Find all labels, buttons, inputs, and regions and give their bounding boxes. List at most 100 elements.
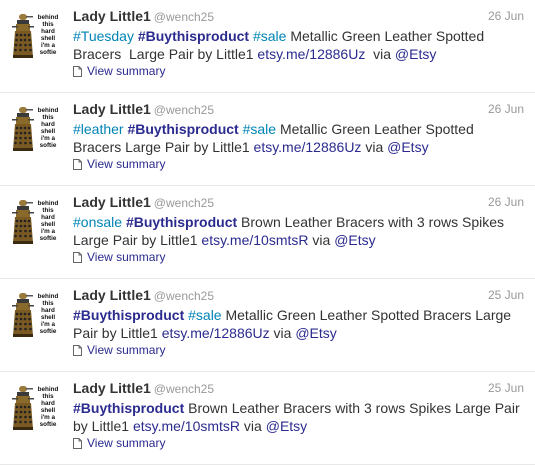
hashtag-link[interactable]: #sale	[188, 307, 221, 323]
avatar-caption-line: i'm a	[40, 42, 56, 49]
username[interactable]: @wench25	[154, 382, 214, 396]
avatar-caption-line: i'm a	[40, 135, 56, 142]
hashtag-link[interactable]: #Buythisproduct	[138, 28, 249, 44]
avatar-caption-line: hard	[41, 307, 55, 314]
avatar-caption: behind this hard shell i'm a softie	[34, 386, 62, 428]
hashtag-link[interactable]: #onsale	[73, 214, 122, 230]
mention-link[interactable]: @Etsy	[395, 46, 436, 62]
timestamp[interactable]: 26 Jun	[488, 195, 524, 209]
username[interactable]: @wench25	[154, 196, 214, 210]
avatar-caption-line: this	[42, 300, 54, 307]
mention-link[interactable]: @Etsy	[334, 232, 375, 248]
avatar-caption-line: i'm a	[40, 321, 56, 328]
tweet[interactable]: behind this hard shell i'm a softie Lady Littl…	[0, 0, 535, 93]
url-link[interactable]: etsy.me/12886Uz	[257, 46, 365, 62]
view-summary-label: View summary	[87, 64, 166, 78]
hashtag-link[interactable]: #Tuesday	[73, 28, 134, 44]
view-summary-link[interactable]: View summary	[73, 343, 165, 357]
view-summary-link[interactable]: View summary	[73, 64, 165, 78]
hashtag-link[interactable]: #sale	[253, 28, 286, 44]
tweet-stream: behind this hard shell i'm a softie Lady Littl…	[0, 0, 535, 465]
hashtag-link[interactable]: #Buythisproduct	[126, 214, 237, 230]
avatar-caption-line: hard	[41, 214, 55, 221]
avatar-caption-line: shell	[40, 128, 56, 135]
fullname[interactable]: Lady Little1	[73, 194, 151, 210]
tweet-text: #onsale #Buythisproduct Brown Leather Br…	[73, 213, 523, 249]
avatar[interactable]: behind this hard shell i'm a softie	[12, 199, 60, 245]
avatar[interactable]: behind this hard shell i'm a softie	[12, 13, 60, 59]
fullname[interactable]: Lady Little1	[73, 101, 151, 117]
avatar-caption-line: this	[42, 21, 54, 28]
avatar-caption-line: hard	[41, 400, 55, 407]
avatar[interactable]: behind this hard shell i'm a softie	[12, 385, 60, 431]
hashtag-link[interactable]: #Buythisproduct	[73, 400, 184, 416]
timestamp[interactable]: 26 Jun	[488, 9, 524, 23]
document-icon	[73, 158, 82, 170]
avatar-caption-line: behind	[37, 293, 59, 300]
fullname[interactable]: Lady Little1	[73, 380, 151, 396]
view-summary-link[interactable]: View summary	[73, 157, 165, 171]
avatar-caption-line: shell	[40, 314, 56, 321]
text-segment: via	[365, 46, 395, 62]
view-summary-link[interactable]: View summary	[73, 250, 165, 264]
avatar-caption-line: shell	[40, 221, 56, 228]
hashtag-link[interactable]: #Buythisproduct	[127, 121, 238, 137]
tweet-text: #Tuesday #Buythisproduct #sale Metallic …	[73, 27, 523, 63]
mention-link[interactable]: @Etsy	[387, 139, 428, 155]
view-summary-link[interactable]: View summary	[73, 436, 165, 450]
avatar-caption-line: softie	[39, 328, 57, 335]
tweet-header: Lady Little1 @wench25 25 Jun	[73, 380, 524, 398]
avatar-caption: behind this hard shell i'm a softie	[34, 14, 62, 56]
document-icon	[73, 437, 82, 449]
hashtag-link[interactable]: #leather	[73, 121, 124, 137]
avatar-caption-line: hard	[41, 28, 55, 35]
fullname[interactable]: Lady Little1	[73, 8, 151, 24]
avatar-caption-line: behind	[37, 14, 59, 21]
timestamp[interactable]: 26 Jun	[488, 102, 524, 116]
avatar[interactable]: behind this hard shell i'm a softie	[12, 106, 60, 152]
view-summary-label: View summary	[87, 157, 166, 171]
avatar[interactable]: behind this hard shell i'm a softie	[12, 292, 60, 338]
document-icon	[73, 344, 82, 356]
text-segment: via	[240, 418, 266, 434]
tweet[interactable]: behind this hard shell i'm a softie Lady Littl…	[0, 93, 535, 186]
mention-link[interactable]: @Etsy	[266, 418, 307, 434]
username[interactable]: @wench25	[154, 289, 214, 303]
url-link[interactable]: etsy.me/10smtsR	[201, 232, 308, 248]
view-summary-label: View summary	[87, 250, 166, 264]
avatar-caption: behind this hard shell i'm a softie	[34, 107, 62, 149]
url-link[interactable]: etsy.me/12886Uz	[162, 325, 270, 341]
tweet-text: #leather #Buythisproduct #sale Metallic …	[73, 120, 523, 156]
timestamp[interactable]: 25 Jun	[488, 288, 524, 302]
tweet[interactable]: behind this hard shell i'm a softie Lady Littl…	[0, 372, 535, 465]
document-icon	[73, 65, 82, 77]
timestamp[interactable]: 25 Jun	[488, 381, 524, 395]
hashtag-link[interactable]: #Buythisproduct	[73, 307, 184, 323]
avatar-caption-line: this	[42, 114, 54, 121]
text-segment: via	[308, 232, 335, 248]
avatar-caption: behind this hard shell i'm a softie	[34, 293, 62, 335]
tweet[interactable]: behind this hard shell i'm a softie Lady Littl…	[0, 186, 535, 279]
url-link[interactable]: etsy.me/12886Uz	[254, 139, 362, 155]
tweet-header: Lady Little1 @wench25 26 Jun	[73, 194, 524, 212]
username[interactable]: @wench25	[154, 103, 214, 117]
avatar-caption-line: behind	[37, 200, 59, 207]
avatar-caption-line: hard	[41, 121, 55, 128]
avatar-caption-line: softie	[39, 49, 57, 56]
avatar-caption-line: softie	[39, 421, 57, 428]
tweet[interactable]: behind this hard shell i'm a softie Lady Littl…	[0, 279, 535, 372]
fullname[interactable]: Lady Little1	[73, 287, 151, 303]
username[interactable]: @wench25	[154, 10, 214, 24]
hashtag-link[interactable]: #sale	[243, 121, 276, 137]
text-segment: via	[361, 139, 388, 155]
text-segment: via	[269, 325, 296, 341]
avatar-caption-line: shell	[40, 407, 56, 414]
tweet-header: Lady Little1 @wench25 26 Jun	[73, 101, 524, 119]
url-link[interactable]: etsy.me/10smtsR	[133, 418, 240, 434]
mention-link[interactable]: @Etsy	[295, 325, 336, 341]
avatar-caption-line: softie	[39, 142, 57, 149]
tweet-header: Lady Little1 @wench25 26 Jun	[73, 8, 524, 26]
avatar-caption: behind this hard shell i'm a softie	[34, 200, 62, 242]
avatar-caption-line: i'm a	[40, 228, 56, 235]
document-icon	[73, 251, 82, 263]
